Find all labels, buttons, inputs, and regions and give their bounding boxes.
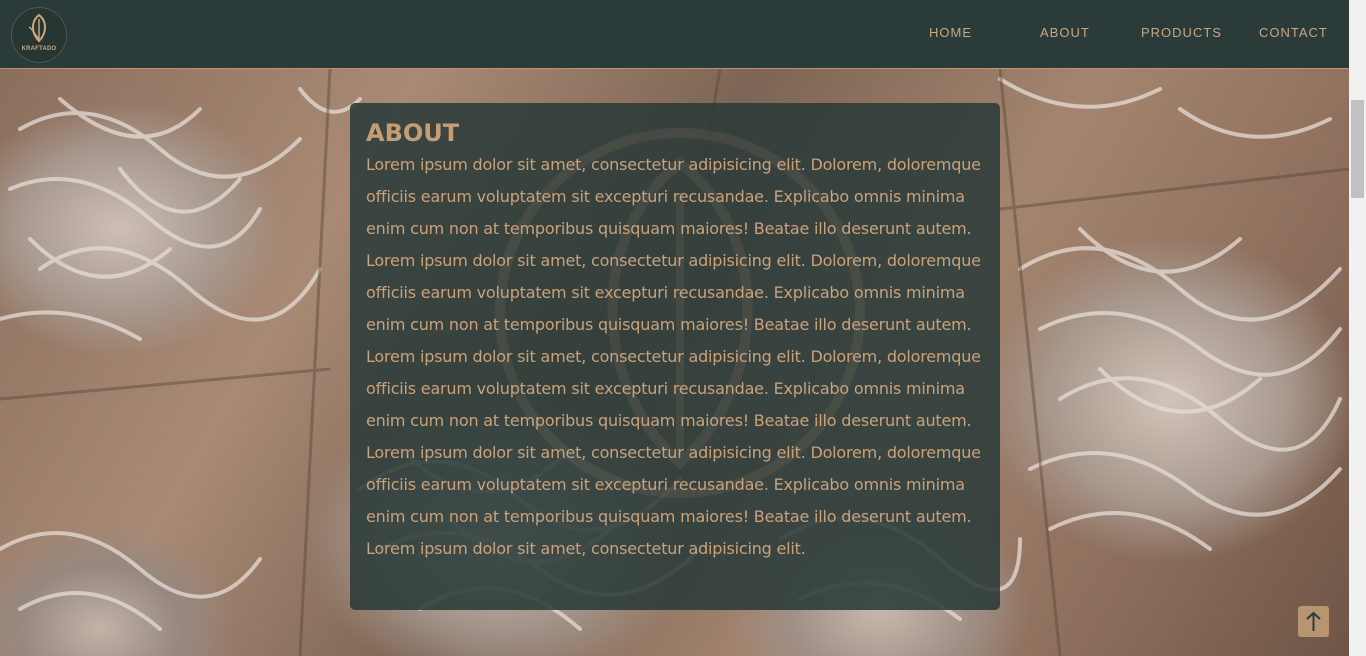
nav-link-products[interactable]: PRODUCTS [1141, 25, 1222, 40]
page: KRAFTADO HOME ABOUT PRODUCTS CONTACT ABO… [0, 0, 1366, 656]
about-title: ABOUT [366, 119, 460, 147]
page-scrollbar[interactable] [1349, 0, 1366, 656]
logo-text: KRAFTADO [21, 46, 57, 52]
about-card: ABOUT Lorem ipsum dolor sit amet, consec… [350, 103, 1000, 610]
site-logo[interactable]: KRAFTADO [11, 7, 67, 63]
site-header: KRAFTADO HOME ABOUT PRODUCTS CONTACT [0, 0, 1349, 69]
leaf-logo-icon [28, 13, 46, 43]
scroll-to-top-button[interactable] [1298, 606, 1329, 637]
arrow-up-icon [1306, 611, 1321, 631]
scrollbar-thumb[interactable] [1351, 100, 1364, 198]
nav-link-about[interactable]: ABOUT [1040, 25, 1090, 40]
nav-item-contact[interactable]: CONTACT [1259, 25, 1328, 40]
nav-item-products[interactable]: PRODUCTS [1141, 25, 1222, 40]
nav-link-contact[interactable]: CONTACT [1259, 25, 1328, 40]
nav-item-home[interactable]: HOME [929, 25, 972, 40]
about-body: Lorem ipsum dolor sit amet, consectetur … [366, 155, 981, 558]
nav-item-about[interactable]: ABOUT [1040, 25, 1090, 40]
nav-link-home[interactable]: HOME [929, 25, 972, 40]
